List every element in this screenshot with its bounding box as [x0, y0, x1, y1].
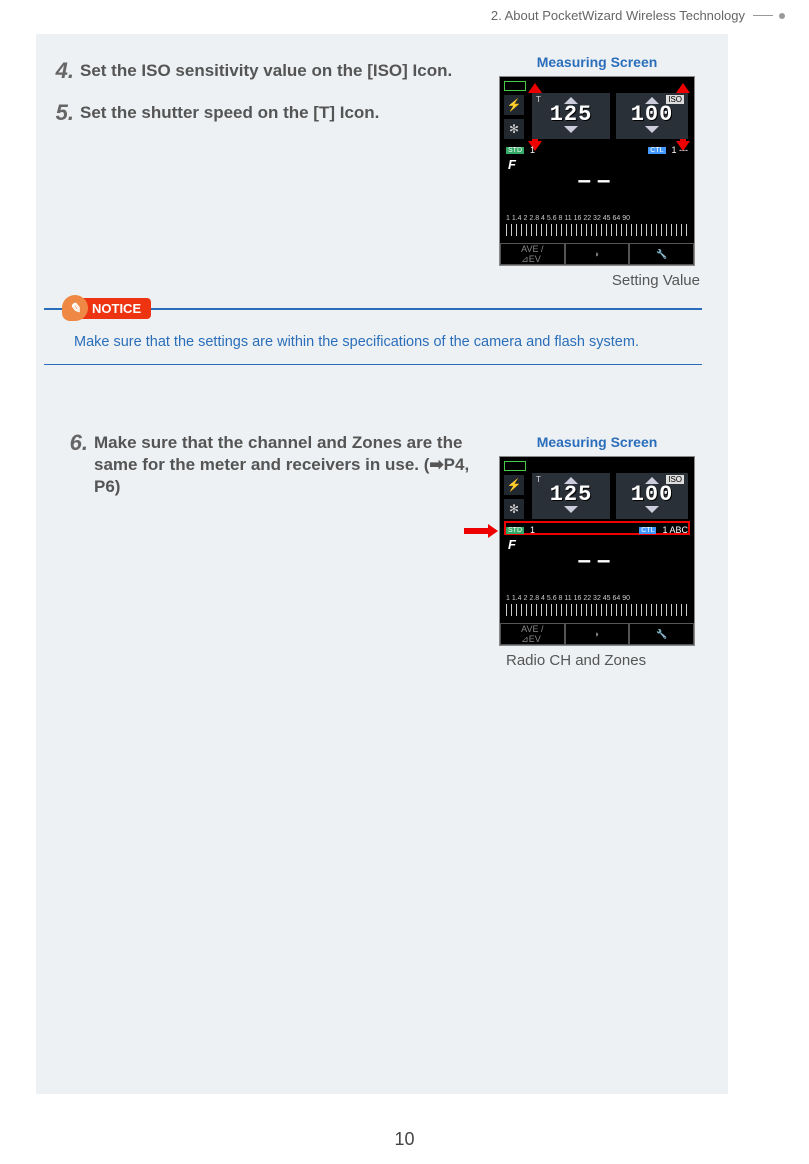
- t-value-box: T 125: [532, 93, 610, 139]
- step-4-number: 4.: [50, 58, 80, 84]
- iso-value-box: ISO 100: [616, 93, 688, 139]
- notice-bottom-rule: [44, 364, 702, 365]
- t-label: T: [536, 475, 542, 484]
- notice-tag: ✎ NOTICE: [62, 296, 151, 320]
- dashes: ––: [500, 547, 694, 575]
- scale-ticks: [506, 224, 688, 236]
- wrench-icon: 🔧: [629, 623, 694, 645]
- scale-ticks: [506, 604, 688, 616]
- t-value-box: T 125: [532, 473, 610, 519]
- figure-1-caption: Setting Value: [492, 266, 702, 289]
- iso-value-box: ISO 100: [616, 473, 688, 519]
- section-title: 2. About PocketWizard Wireless Technolog…: [491, 8, 745, 23]
- figure-1: Measuring Screen ⚡ ✻ T 125 IS: [492, 54, 702, 289]
- flash-icon: ⚡: [504, 475, 524, 495]
- gear-icon: ✻: [504, 499, 524, 519]
- chevron-down-icon: [564, 126, 578, 133]
- aperture-scale: 1 1.4 2 2.8 4 5.6 8 11 16 22 32 45 64 90: [506, 595, 688, 619]
- pencil-icon: ✎: [62, 295, 88, 321]
- button-row: AVE /⊿EV ◗ 🔧: [500, 623, 694, 645]
- figure-1-title: Measuring Screen: [492, 54, 702, 70]
- wrench-icon: 🔧: [629, 243, 694, 265]
- header-rule: [753, 15, 773, 16]
- header-dot: [779, 13, 785, 19]
- mid-right: 1 ---: [672, 145, 689, 155]
- notice-top-rule: ✎ NOTICE: [44, 308, 702, 310]
- button-row: AVE /⊿EV ◗ 🔧: [500, 243, 694, 265]
- content-area: 4. Set the ISO sensitivity value on the …: [36, 34, 728, 1094]
- t-value: 125: [532, 484, 610, 506]
- gear-icon: ✻: [504, 119, 524, 139]
- figure-2-caption: Radio CH and Zones: [492, 646, 702, 669]
- figure-2-title: Measuring Screen: [492, 434, 702, 450]
- chevron-down-icon: [564, 506, 578, 513]
- figure-2: Measuring Screen ⚡ ✻ T 125 ISO 100: [492, 434, 702, 669]
- battery-icon: [504, 461, 526, 471]
- battery-icon: [504, 81, 526, 91]
- t-value: 125: [532, 104, 610, 126]
- step-5-number: 5.: [50, 100, 80, 126]
- aperture-scale: 1 1.4 2 2.8 4 5.6 8 11 16 22 32 45 64 90: [506, 215, 688, 239]
- notice-label: NOTICE: [78, 298, 151, 319]
- iso-label: ISO: [666, 475, 684, 484]
- chevron-down-icon: [645, 126, 659, 133]
- dome-icon: ◗: [565, 623, 630, 645]
- iso-label: ISO: [666, 95, 684, 104]
- iso-value: 100: [616, 104, 688, 126]
- meter-screen-2: ⚡ ✻ T 125 ISO 100 STD 1: [499, 456, 695, 646]
- ctl-badge: CTL: [639, 527, 656, 534]
- notice-box: ✎ NOTICE Make sure that the settings are…: [44, 308, 702, 365]
- page: 2. About PocketWizard Wireless Technolog…: [0, 0, 809, 1164]
- dome-icon: ◗: [565, 243, 630, 265]
- std-badge: STD: [506, 147, 524, 154]
- mid-row: STD 1 CTL 1 ---: [506, 143, 688, 157]
- red-arrow-right-icon: [464, 524, 498, 538]
- iso-value: 100: [616, 484, 688, 506]
- t-label: T: [536, 95, 542, 104]
- ave-ev-button: AVE /⊿EV: [500, 623, 565, 645]
- flash-icon: ⚡: [504, 95, 524, 115]
- ctl-badge: CTL: [648, 147, 665, 154]
- mid-right: 1 ABC: [662, 525, 688, 535]
- mid-left: 1: [530, 145, 535, 155]
- page-number: 10: [0, 1129, 809, 1150]
- mid-row: STD 1 CTL 1 ABC: [506, 523, 688, 537]
- step-6-number: 6.: [64, 430, 94, 498]
- mid-left: 1: [530, 525, 535, 535]
- std-badge: STD: [506, 527, 524, 534]
- running-header: 2. About PocketWizard Wireless Technolog…: [0, 8, 809, 23]
- scale-numbers: 1 1.4 2 2.8 4 5.6 8 11 16 22 32 45 64 90: [506, 595, 688, 602]
- chevron-down-icon: [645, 506, 659, 513]
- dashes: ––: [500, 167, 694, 195]
- scale-numbers: 1 1.4 2 2.8 4 5.6 8 11 16 22 32 45 64 90: [506, 215, 688, 222]
- ave-ev-button: AVE /⊿EV: [500, 243, 565, 265]
- meter-screen-1: ⚡ ✻ T 125 ISO 100: [499, 76, 695, 266]
